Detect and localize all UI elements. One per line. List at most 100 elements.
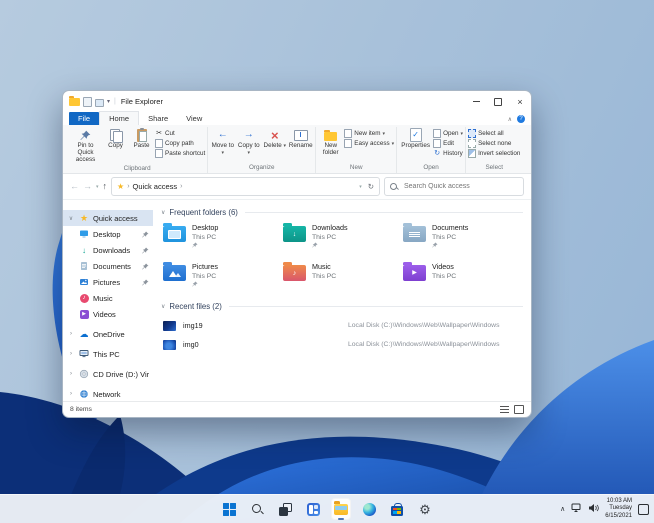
frequent-folders-header[interactable]: ∨ Frequent folders (6): [161, 206, 523, 219]
help-icon[interactable]: ?: [517, 115, 525, 123]
address-bar[interactable]: ★ › Quick access › ▾ ↻: [111, 177, 380, 196]
file-row-img19[interactable]: img19 Local Disk (C:)\Windows\Web\Wallpa…: [163, 316, 523, 335]
sidebar-item-this-pc[interactable]: › This PC: [63, 346, 153, 362]
start-button[interactable]: [219, 498, 239, 520]
folder-tile-documents[interactable]: Documents This PC: [403, 223, 523, 257]
frequent-folders-grid: Desktop This PC ↓ Downloads This PC Docu…: [163, 223, 523, 296]
recent-files-header[interactable]: ∨ Recent files (2): [161, 300, 523, 313]
chevron-right-icon[interactable]: ›: [67, 331, 75, 337]
tab-share[interactable]: Share: [139, 112, 177, 125]
close-button[interactable]: ×: [509, 94, 531, 109]
qat-properties-icon[interactable]: [83, 96, 92, 107]
chevron-down-icon[interactable]: ∨: [161, 209, 165, 216]
pin-to-quick-access-button[interactable]: Pin to Quick access: [69, 127, 102, 164]
sidebar-item-desktop[interactable]: Desktop: [63, 226, 153, 242]
notification-center-icon[interactable]: [638, 503, 649, 515]
qat-customize-caret-icon[interactable]: ▾: [107, 99, 110, 105]
tab-file[interactable]: File: [69, 112, 100, 125]
system-tray: ∧ 10:03 AM Tuesday 6/15/2021: [560, 495, 649, 523]
taskbar-clock[interactable]: 10:03 AM Tuesday 6/15/2021: [605, 498, 632, 519]
copy-button[interactable]: Copy: [103, 127, 128, 150]
chevron-down-icon[interactable]: ∨: [67, 215, 75, 222]
titlebar[interactable]: ▾ | File Explorer ×: [63, 91, 531, 110]
sidebar-item-pictures[interactable]: Pictures: [63, 274, 153, 290]
folder-tile-pictures[interactable]: Pictures This PC: [163, 262, 283, 296]
back-button[interactable]: ←: [70, 182, 79, 191]
paste-button[interactable]: Paste: [129, 127, 154, 150]
address-dropdown-caret-icon[interactable]: ▾: [359, 184, 362, 190]
downloads-icon: ↓: [82, 245, 86, 255]
search-input[interactable]: [402, 182, 518, 191]
large-icons-view-icon[interactable]: [514, 405, 524, 414]
microsoft-store-button[interactable]: [387, 498, 407, 520]
sidebar-item-onedrive[interactable]: › ☁ OneDrive: [63, 326, 153, 342]
copy-to-button[interactable]: → Copy to ▾: [236, 127, 261, 157]
network-icon[interactable]: [571, 500, 582, 518]
move-to-button[interactable]: ← Move to ▾: [210, 127, 235, 157]
copy-path-button[interactable]: Copy path: [155, 139, 205, 148]
open-label: Open: [443, 130, 459, 137]
chevron-right-icon[interactable]: ›: [67, 391, 75, 397]
collapse-ribbon-icon[interactable]: ∧: [508, 116, 512, 123]
sidebar-item-videos[interactable]: ▶ Videos: [63, 306, 153, 322]
folder-tile-downloads[interactable]: ↓ Downloads This PC: [283, 223, 403, 257]
paste-shortcut-button[interactable]: Paste shortcut: [155, 149, 205, 158]
file-row-img0[interactable]: img0 Local Disk (C:)\Windows\Web\Wallpap…: [163, 335, 523, 354]
properties-button[interactable]: ✓ Properties: [399, 127, 432, 150]
hidden-icons-chevron-icon[interactable]: ∧: [560, 505, 565, 513]
rename-button[interactable]: Rename: [288, 127, 313, 150]
tab-view[interactable]: View: [177, 112, 211, 125]
details-view-icon[interactable]: [500, 406, 509, 413]
open-button[interactable]: Open ▾: [433, 129, 463, 138]
folder-tile-music[interactable]: ♪ Music This PC: [283, 262, 403, 296]
cut-button[interactable]: ✂ Cut: [155, 129, 205, 138]
volume-icon[interactable]: [588, 500, 600, 518]
recent-locations-caret-icon[interactable]: ▾: [96, 184, 99, 190]
up-button[interactable]: ↑: [103, 182, 108, 191]
pushpin-icon: [80, 128, 91, 142]
settings-button[interactable]: ⚙: [415, 498, 435, 520]
breadcrumb[interactable]: Quick access: [133, 182, 178, 191]
breadcrumb-chevron-icon[interactable]: ›: [127, 183, 129, 190]
sidebar-item-quick-access[interactable]: ∨ ★ Quick access: [63, 210, 153, 226]
taskbar-search-button[interactable]: [247, 498, 267, 520]
pin-icon: [312, 242, 318, 249]
task-view-button[interactable]: [275, 498, 295, 520]
maximize-button[interactable]: [487, 94, 509, 109]
forward-button[interactable]: →: [83, 182, 92, 191]
breadcrumb-chevron-icon[interactable]: ›: [180, 183, 182, 190]
sidebar-item-cd-drive[interactable]: › CD Drive (D:) Virtual: [63, 366, 153, 382]
chevron-down-icon[interactable]: ∨: [161, 303, 165, 310]
sidebar-item-network[interactable]: › Network: [63, 386, 153, 401]
select-none-button[interactable]: Select none: [468, 139, 520, 148]
folder-tile-desktop[interactable]: Desktop This PC: [163, 223, 283, 257]
new-item-button[interactable]: New item ▾: [344, 129, 394, 138]
chevron-right-icon[interactable]: ›: [67, 371, 75, 377]
tab-home[interactable]: Home: [99, 111, 140, 125]
select-all-label: Select all: [478, 130, 504, 137]
invert-selection-button[interactable]: Invert selection: [468, 149, 520, 158]
new-folder-button[interactable]: New folder: [318, 127, 343, 157]
app-folder-icon: [69, 96, 80, 106]
qat-new-folder-icon[interactable]: [95, 98, 104, 107]
sidebar-item-music[interactable]: ♪ Music: [63, 290, 153, 306]
desktop[interactable]: ▾ | File Explorer × File Home Share View…: [0, 0, 654, 523]
copy-path-label: Copy path: [165, 140, 194, 147]
minimize-button[interactable]: [465, 94, 487, 109]
select-all-button[interactable]: Select all: [468, 129, 520, 138]
search-box[interactable]: [384, 177, 524, 196]
pin-icon: [192, 242, 198, 249]
ribbon-group-new: New folder New item ▾ Easy access ▾ New: [316, 127, 398, 173]
chevron-right-icon[interactable]: ›: [67, 351, 75, 357]
edit-button[interactable]: Edit: [433, 139, 463, 148]
sidebar-item-downloads[interactable]: ↓ Downloads: [63, 242, 153, 258]
widgets-button[interactable]: [303, 498, 323, 520]
easy-access-button[interactable]: Easy access ▾: [344, 139, 394, 148]
file-explorer-taskbar-button[interactable]: [331, 498, 351, 520]
edge-button[interactable]: [359, 498, 379, 520]
sidebar-item-documents[interactable]: Documents: [63, 258, 153, 274]
delete-button[interactable]: × Delete ▾: [262, 127, 287, 150]
folder-tile-videos[interactable]: ▶ Videos This PC: [403, 262, 523, 296]
history-button[interactable]: ↻ History: [433, 149, 463, 158]
refresh-icon[interactable]: ↻: [368, 182, 374, 191]
